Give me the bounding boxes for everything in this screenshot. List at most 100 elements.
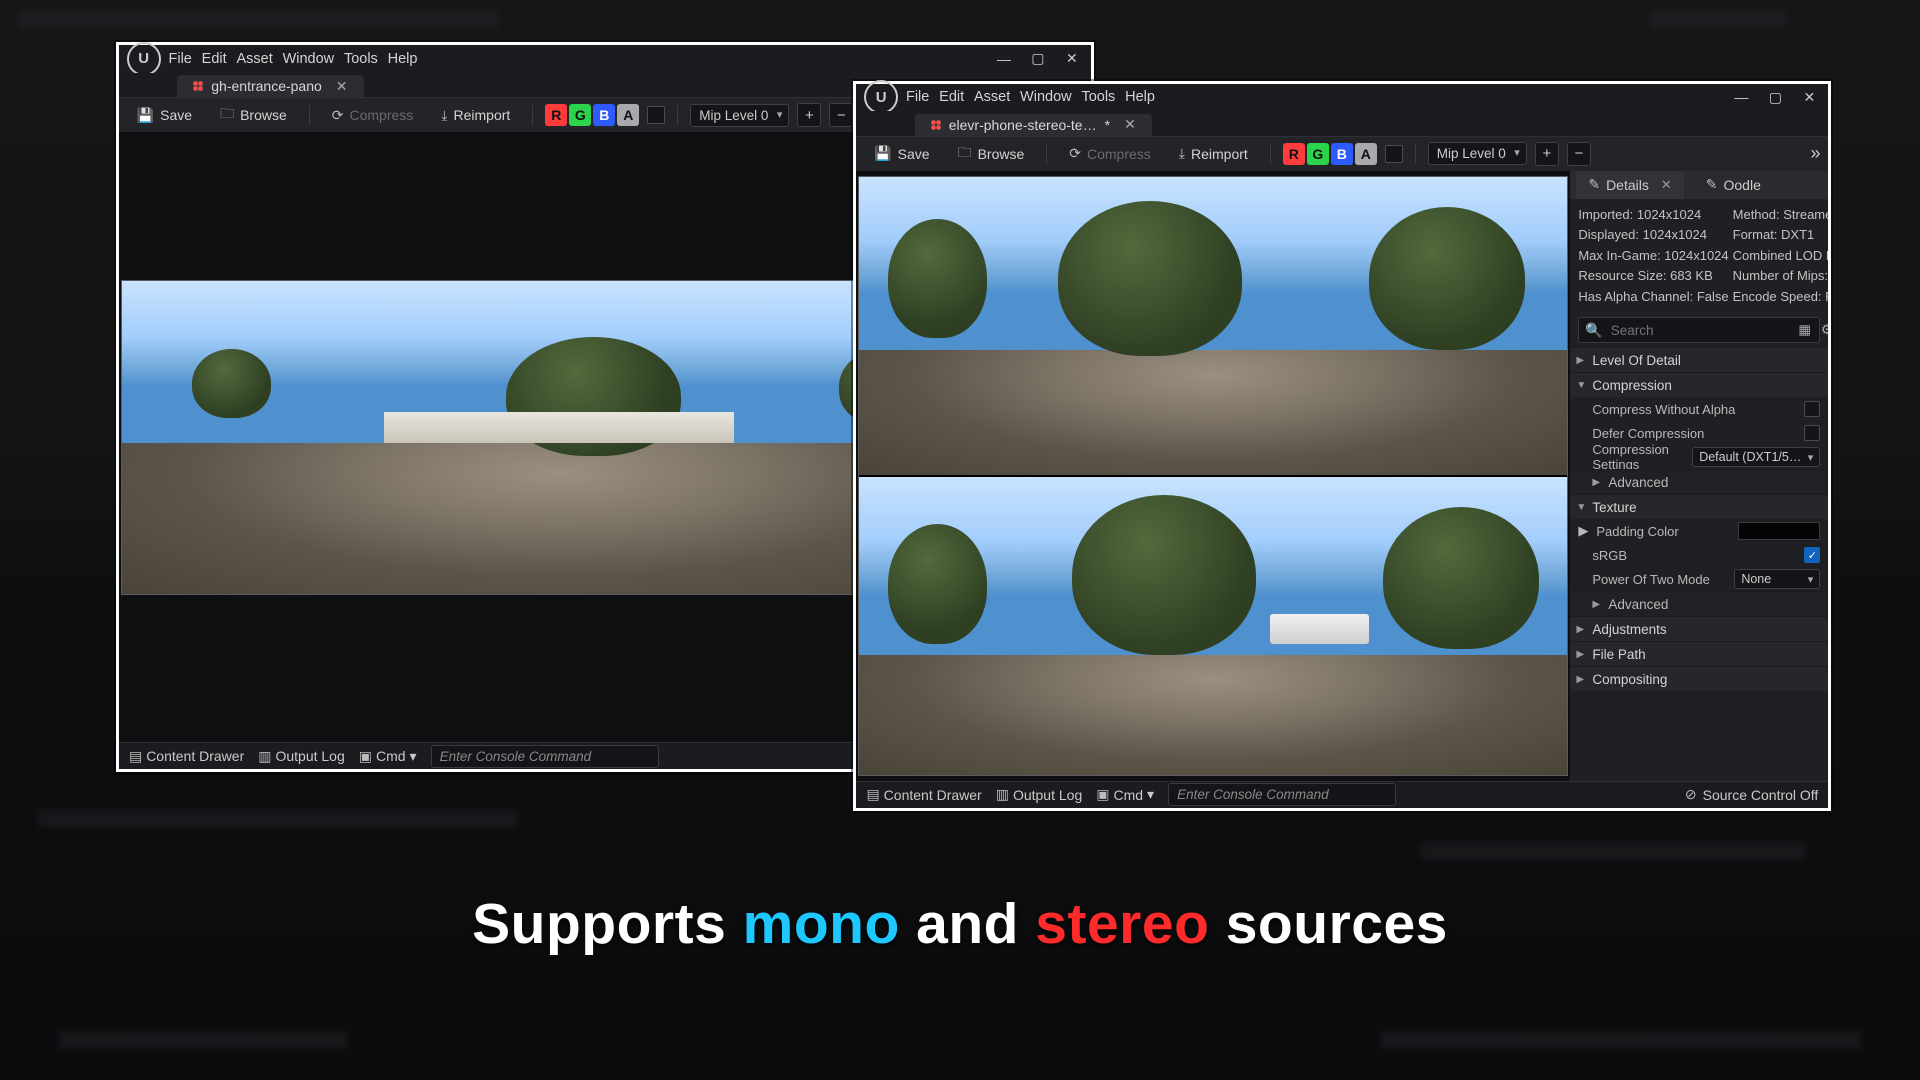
asset-tab[interactable]: gh-entrance-pano ✕ (177, 75, 363, 97)
details-tab-close-icon[interactable]: ✕ (1661, 177, 1672, 193)
prop-power-of-two: Power Of Two ModeNone (1570, 567, 1828, 591)
log-icon: ▥ (258, 748, 271, 765)
tab-close-icon[interactable]: ✕ (1124, 116, 1136, 133)
menu-asset[interactable]: Asset (236, 51, 272, 67)
panel-grid-icon[interactable]: ▦ (1796, 321, 1814, 339)
asset-tab[interactable]: elevr-phone-stereo-te… * ✕ (915, 114, 1152, 136)
terminal-icon: ▣ (1096, 786, 1109, 803)
oodle-tab[interactable]: ✎Oodle (1694, 171, 1773, 199)
mip-minus-button[interactable]: − (829, 103, 853, 127)
menu-bar: File Edit Asset Window Tools Help (168, 51, 986, 67)
window-maximize-button[interactable]: ▢ (1021, 44, 1055, 74)
section-advanced-1[interactable]: ▶Advanced (1570, 469, 1828, 494)
reimport-button[interactable]: ⤓Reimport (1169, 141, 1258, 166)
menu-help[interactable]: Help (1125, 89, 1155, 105)
tab-close-icon[interactable]: ✕ (336, 78, 348, 95)
details-tab[interactable]: ✎Details✕ (1576, 171, 1683, 199)
power-of-two-dropdown[interactable]: None (1734, 569, 1820, 589)
channel-b-toggle[interactable]: B (593, 104, 615, 126)
mip-level-dropdown[interactable]: Mip Level 0 (1428, 142, 1527, 165)
mip-level-dropdown[interactable]: Mip Level 0 (690, 104, 789, 127)
section-lod[interactable]: ▶Level Of Detail (1570, 347, 1828, 372)
section-compression[interactable]: ▼Compression (1570, 372, 1828, 397)
window-maximize-button[interactable]: ▢ (1758, 82, 1792, 112)
search-icon: 🔍 (1585, 322, 1602, 339)
channel-g-toggle[interactable]: G (569, 104, 591, 126)
info-encode: Encode Speed: Fast (1733, 287, 1829, 308)
menu-file[interactable]: File (168, 51, 191, 67)
channel-a-toggle[interactable]: A (1355, 143, 1377, 165)
compress-icon: ⟳ (332, 107, 344, 124)
tab-modified-dot: * (1105, 117, 1110, 133)
menu-tools[interactable]: Tools (344, 51, 378, 67)
window-close-button[interactable]: ✕ (1792, 82, 1826, 112)
content-drawer-button[interactable]: ▤Content Drawer (866, 786, 981, 803)
channel-g-toggle[interactable]: G (1307, 143, 1329, 165)
status-bar: ▤Content Drawer ▥Output Log ▣Cmd▾ Enter … (856, 781, 1828, 808)
mip-minus-button[interactable]: − (1567, 142, 1591, 166)
channel-r-toggle[interactable]: R (1283, 143, 1305, 165)
info-mips: Number of Mips: 11 (1733, 266, 1829, 287)
menu-edit[interactable]: Edit (939, 89, 964, 105)
padding-color-swatch[interactable] (1738, 522, 1820, 540)
details-search[interactable]: 🔍 ▦ ⚙ (1578, 317, 1820, 343)
cmd-dropdown[interactable]: ▣Cmd▾ (1096, 786, 1154, 803)
details-search-input[interactable] (1609, 322, 1790, 339)
source-control-button[interactable]: ⊘Source Control Off (1685, 786, 1818, 803)
menu-tools[interactable]: Tools (1081, 89, 1115, 105)
source-control-off-icon: ⊘ (1685, 786, 1697, 803)
headline: Supports mono and stereo sources (0, 891, 1920, 957)
info-maxingame: Max In-Game: 1024x1024 (1578, 246, 1728, 267)
compression-settings-dropdown[interactable]: Default (DXT1/5… (1692, 447, 1820, 467)
console-input[interactable]: Enter Console Command (431, 745, 659, 768)
toolbar-overflow-icon[interactable]: » (1811, 143, 1821, 164)
toolbar-checkbox[interactable] (1385, 145, 1403, 163)
content-drawer-button[interactable]: ▤Content Drawer (129, 748, 244, 765)
menu-window[interactable]: Window (283, 51, 335, 67)
window-minimize-button[interactable]: — (987, 44, 1021, 74)
prop-srgb: sRGB (1570, 543, 1828, 567)
details-panel-header: ✎Details✕ ✎Oodle (1570, 171, 1828, 199)
srgb-checkbox[interactable] (1804, 547, 1820, 563)
menu-asset[interactable]: Asset (974, 89, 1010, 105)
menu-edit[interactable]: Edit (202, 51, 227, 67)
output-log-button[interactable]: ▥Output Log (258, 748, 345, 765)
menu-window[interactable]: Window (1020, 89, 1072, 105)
browse-button[interactable]: 🗀Browse (948, 138, 1035, 170)
section-adjustments[interactable]: ▶Adjustments (1570, 616, 1828, 641)
defer-compression-checkbox[interactable] (1804, 425, 1820, 441)
window-close-button[interactable]: ✕ (1055, 44, 1089, 74)
window-minimize-button[interactable]: — (1724, 82, 1758, 112)
compress-without-alpha-checkbox[interactable] (1804, 401, 1820, 417)
panel-gear-icon[interactable]: ⚙ (1818, 321, 1829, 339)
mip-plus-button[interactable]: + (797, 103, 821, 127)
menu-help[interactable]: Help (388, 51, 418, 67)
terminal-icon: ▣ (359, 748, 372, 765)
channel-b-toggle[interactable]: B (1331, 143, 1353, 165)
asset-type-icon (931, 120, 941, 130)
pencil-icon: ✎ (1588, 176, 1600, 193)
reimport-button[interactable]: ⤓Reimport (431, 103, 520, 128)
save-button[interactable]: 💾Save (127, 103, 202, 128)
browse-button[interactable]: 🗀Browse (210, 99, 297, 131)
section-file-path[interactable]: ▶File Path (1570, 641, 1828, 666)
save-button[interactable]: 💾Save (864, 141, 939, 166)
toolbar-checkbox[interactable] (647, 106, 665, 124)
output-log-button[interactable]: ▥Output Log (996, 786, 1083, 803)
channel-a-toggle[interactable]: A (617, 104, 639, 126)
cmd-dropdown[interactable]: ▣Cmd▾ (359, 748, 417, 765)
mip-plus-button[interactable]: + (1535, 142, 1559, 166)
compress-button[interactable]: ⟳Compress (322, 103, 424, 128)
section-advanced-2[interactable]: ▶Advanced (1570, 591, 1828, 616)
info-imported: Imported: 1024x1024 (1578, 205, 1728, 226)
menu-file[interactable]: File (906, 89, 929, 105)
ue-logo-icon: U (864, 80, 898, 114)
channel-r-toggle[interactable]: R (545, 104, 567, 126)
console-input[interactable]: Enter Console Command (1168, 783, 1396, 806)
section-compositing[interactable]: ▶Compositing (1570, 666, 1828, 691)
texture-editor-window-2: U File Edit Asset Window Tools Help — ▢ … (853, 81, 1831, 811)
asset-tab-label: elevr-phone-stereo-te… (949, 117, 1097, 133)
compress-button[interactable]: ⟳Compress (1059, 141, 1161, 166)
texture-viewport[interactable] (856, 171, 1570, 781)
section-texture[interactable]: ▼Texture (1570, 494, 1828, 519)
